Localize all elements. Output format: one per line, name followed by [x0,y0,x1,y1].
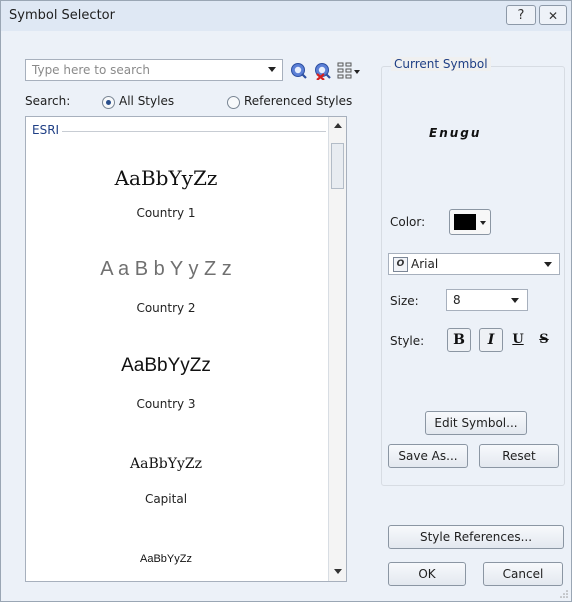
bold-button[interactable]: B [447,328,471,352]
size-dropdown[interactable]: 8 [446,289,528,311]
reset-button[interactable]: Reset [479,444,559,468]
resize-grip-icon[interactable] [560,590,568,598]
help-button[interactable]: ? [506,5,536,25]
all-styles-label[interactable]: All Styles [119,94,174,108]
zoom-delete-icon[interactable] [314,62,332,80]
color-label: Color: [390,215,426,229]
zoom-to-icon[interactable] [290,62,308,80]
ok-button[interactable]: OK [388,562,466,586]
cancel-button[interactable]: Cancel [483,562,563,586]
symbol-name[interactable]: Country 1 [26,206,306,220]
symbol-sample[interactable]: AaBbYyZz [26,553,306,565]
symbol-selector-window: Symbol Selector ? ✕ Type here to search … [0,0,572,602]
symbol-preview: Enugu [429,126,482,140]
search-label: Search: [25,94,71,108]
opentype-font-icon: O [393,257,408,272]
all-styles-radio[interactable] [102,96,115,109]
symbol-name[interactable]: Capital [26,492,306,506]
color-picker[interactable] [449,209,491,235]
chevron-down-icon [480,221,486,225]
referenced-styles-label[interactable]: Referenced Styles [244,94,352,108]
search-placeholder: Type here to search [32,63,150,77]
style-references-button[interactable]: Style References... [388,525,564,549]
edit-symbol-button[interactable]: Edit Symbol... [425,411,527,435]
title-bar: Symbol Selector ? ✕ [1,1,571,31]
style-group-heading: ESRI [32,123,60,137]
color-swatch [454,214,476,230]
font-value: Arial [411,257,439,271]
group-divider [62,131,326,132]
symbol-sample[interactable]: AaBbYyZz [26,166,306,190]
chevron-down-icon[interactable] [268,67,276,72]
view-options-icon[interactable] [337,62,361,80]
referenced-styles-radio[interactable] [227,96,240,109]
symbol-sample[interactable]: AaBbYyZz [26,456,306,472]
close-button[interactable]: ✕ [539,5,567,25]
size-value: 8 [453,293,461,307]
scroll-thumb[interactable] [331,143,344,189]
strikethrough-button[interactable]: S [532,328,556,352]
italic-button[interactable]: I [479,328,503,352]
underline-button[interactable]: U [506,328,530,352]
symbol-sample[interactable]: AaBbYyZz [26,355,306,377]
symbol-name[interactable]: Country 2 [26,301,306,315]
scroll-up-icon[interactable] [334,123,342,128]
window-title: Symbol Selector [9,8,115,23]
list-scrollbar[interactable] [328,117,346,581]
symbol-name[interactable]: Country 3 [26,397,306,411]
scroll-down-icon[interactable] [334,569,342,574]
symbol-list[interactable]: ESRI AaBbYyZz Country 1 A a B b Y y Z z … [25,116,347,582]
chevron-down-icon [544,262,552,267]
font-dropdown[interactable]: O Arial [388,253,560,275]
search-input[interactable]: Type here to search [25,59,283,81]
save-as-button[interactable]: Save As... [388,444,468,468]
current-symbol-title: Current Symbol [391,57,491,71]
chevron-down-icon [511,298,519,303]
size-label: Size: [390,294,419,308]
symbol-sample[interactable]: A a B b Y y Z z [26,258,306,281]
style-label: Style: [390,334,425,348]
